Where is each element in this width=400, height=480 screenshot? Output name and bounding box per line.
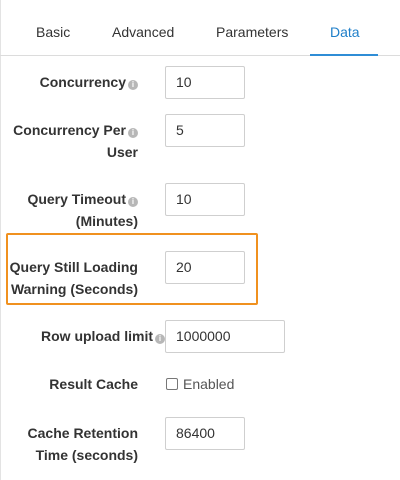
info-icon[interactable]: i [128, 197, 138, 207]
query-still-loading-label: Query Still Loading Warning (Seconds) [10, 256, 138, 300]
active-tab-indicator [310, 54, 378, 56]
row-upload-limit-label: Row upload limit i [41, 325, 165, 347]
row-upload-limit-input[interactable]: 1000000 [165, 320, 285, 353]
query-timeout-label: Query Timeout i (Minutes) [27, 188, 138, 232]
tab-advanced[interactable]: Advanced [112, 24, 174, 40]
query-timeout-input[interactable]: 10 [165, 183, 245, 216]
concurrency-label-text: Concurrency [39, 74, 126, 90]
concurrency-per-user-label: Concurrency Per i User [13, 119, 138, 163]
cache-retention-input[interactable]: 86400 [165, 417, 245, 450]
tab-basic[interactable]: Basic [36, 24, 70, 40]
cache-retention-label-line2: Time (seconds) [35, 447, 138, 463]
concurrency-per-user-label-line1: Concurrency Per [13, 122, 126, 138]
info-icon[interactable]: i [128, 128, 138, 138]
result-cache-checkbox[interactable] [166, 378, 178, 390]
result-cache-checkbox-row[interactable]: Enabled [166, 375, 234, 393]
query-timeout-label-line1: Query Timeout [27, 191, 126, 207]
query-still-loading-label-line1: Query Still Loading [9, 259, 138, 275]
concurrency-label: Concurrency i [40, 71, 138, 93]
panel-border [0, 0, 1, 480]
query-timeout-label-line2: (Minutes) [75, 213, 138, 229]
concurrency-input[interactable]: 10 [165, 66, 245, 99]
query-still-loading-input[interactable]: 20 [165, 251, 245, 284]
settings-panel: Basic Advanced Parameters Data Concurren… [0, 0, 400, 480]
tab-parameters[interactable]: Parameters [216, 24, 288, 40]
row-upload-limit-label-text: Row upload limit [41, 328, 153, 344]
cache-retention-label: Cache Retention Time (seconds) [28, 422, 138, 466]
result-cache-checkbox-label: Enabled [183, 376, 235, 392]
query-still-loading-label-line2: Warning (Seconds) [10, 281, 138, 297]
info-icon[interactable]: i [128, 80, 138, 90]
tab-data[interactable]: Data [330, 24, 360, 40]
result-cache-label: Result Cache [49, 376, 138, 392]
tab-bar: Basic Advanced Parameters Data [0, 0, 400, 56]
info-icon[interactable]: i [155, 334, 165, 344]
cache-retention-label-line1: Cache Retention [27, 425, 138, 441]
concurrency-per-user-label-line2: User [106, 144, 138, 160]
concurrency-per-user-input[interactable]: 5 [165, 114, 245, 147]
